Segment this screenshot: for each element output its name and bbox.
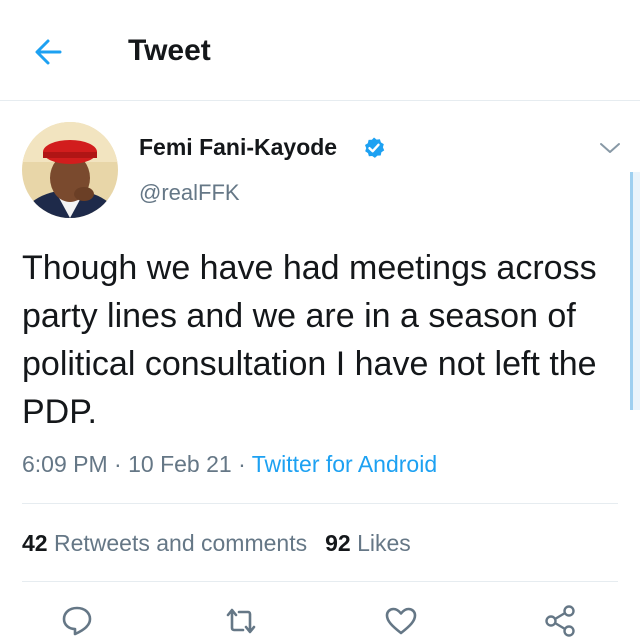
- meta-separator: ·: [114, 451, 122, 477]
- back-button[interactable]: [30, 36, 66, 68]
- like-button[interactable]: [384, 604, 418, 638]
- divider: [22, 503, 618, 504]
- share-icon: [545, 605, 575, 637]
- page-title: Tweet: [128, 34, 211, 67]
- tweet-text: Though we have had meetings across party…: [22, 249, 597, 431]
- reply-button[interactable]: [60, 604, 94, 638]
- meta-separator: ·: [238, 451, 246, 477]
- speech-bubble-icon: [62, 606, 92, 636]
- retweet-icon: [226, 608, 256, 634]
- likes-label: Likes: [357, 530, 411, 556]
- tweet-time: 6:09 PM: [22, 451, 108, 477]
- arrow-left-icon: [35, 39, 62, 65]
- retweets-label: Retweets and comments: [53, 530, 308, 556]
- side-edge-panel: [630, 172, 640, 410]
- tweet-detail-screen: Tweet Femi Fani-Kayode @realFFK Though w…: [0, 0, 640, 644]
- likes-stat[interactable]: 92 Likes: [325, 530, 411, 556]
- likes-count: 92: [325, 530, 351, 556]
- tweet-metadata: 6:09 PM · 10 Feb 21 · Twitter for Androi…: [22, 451, 437, 478]
- retweets-count: 42: [22, 530, 48, 556]
- author-name[interactable]: Femi Fani-Kayode: [139, 134, 337, 161]
- retweet-button[interactable]: [224, 604, 258, 638]
- top-bar: Tweet: [0, 0, 640, 101]
- tweet-source-link[interactable]: Twitter for Android: [252, 451, 437, 477]
- avatar[interactable]: [22, 122, 118, 218]
- tweet-stats: 42 Retweets and comments 92 Likes: [22, 530, 411, 557]
- heart-icon: [385, 607, 417, 635]
- share-button[interactable]: [543, 604, 577, 638]
- profile-photo: [22, 122, 118, 218]
- chevron-down-icon[interactable]: [598, 138, 622, 158]
- author-handle[interactable]: @realFFK: [139, 180, 240, 206]
- verified-badge-icon: [365, 137, 385, 158]
- divider: [22, 581, 618, 582]
- tweet-date: 10 Feb 21: [128, 451, 232, 477]
- retweets-stat[interactable]: 42 Retweets and comments: [22, 530, 307, 556]
